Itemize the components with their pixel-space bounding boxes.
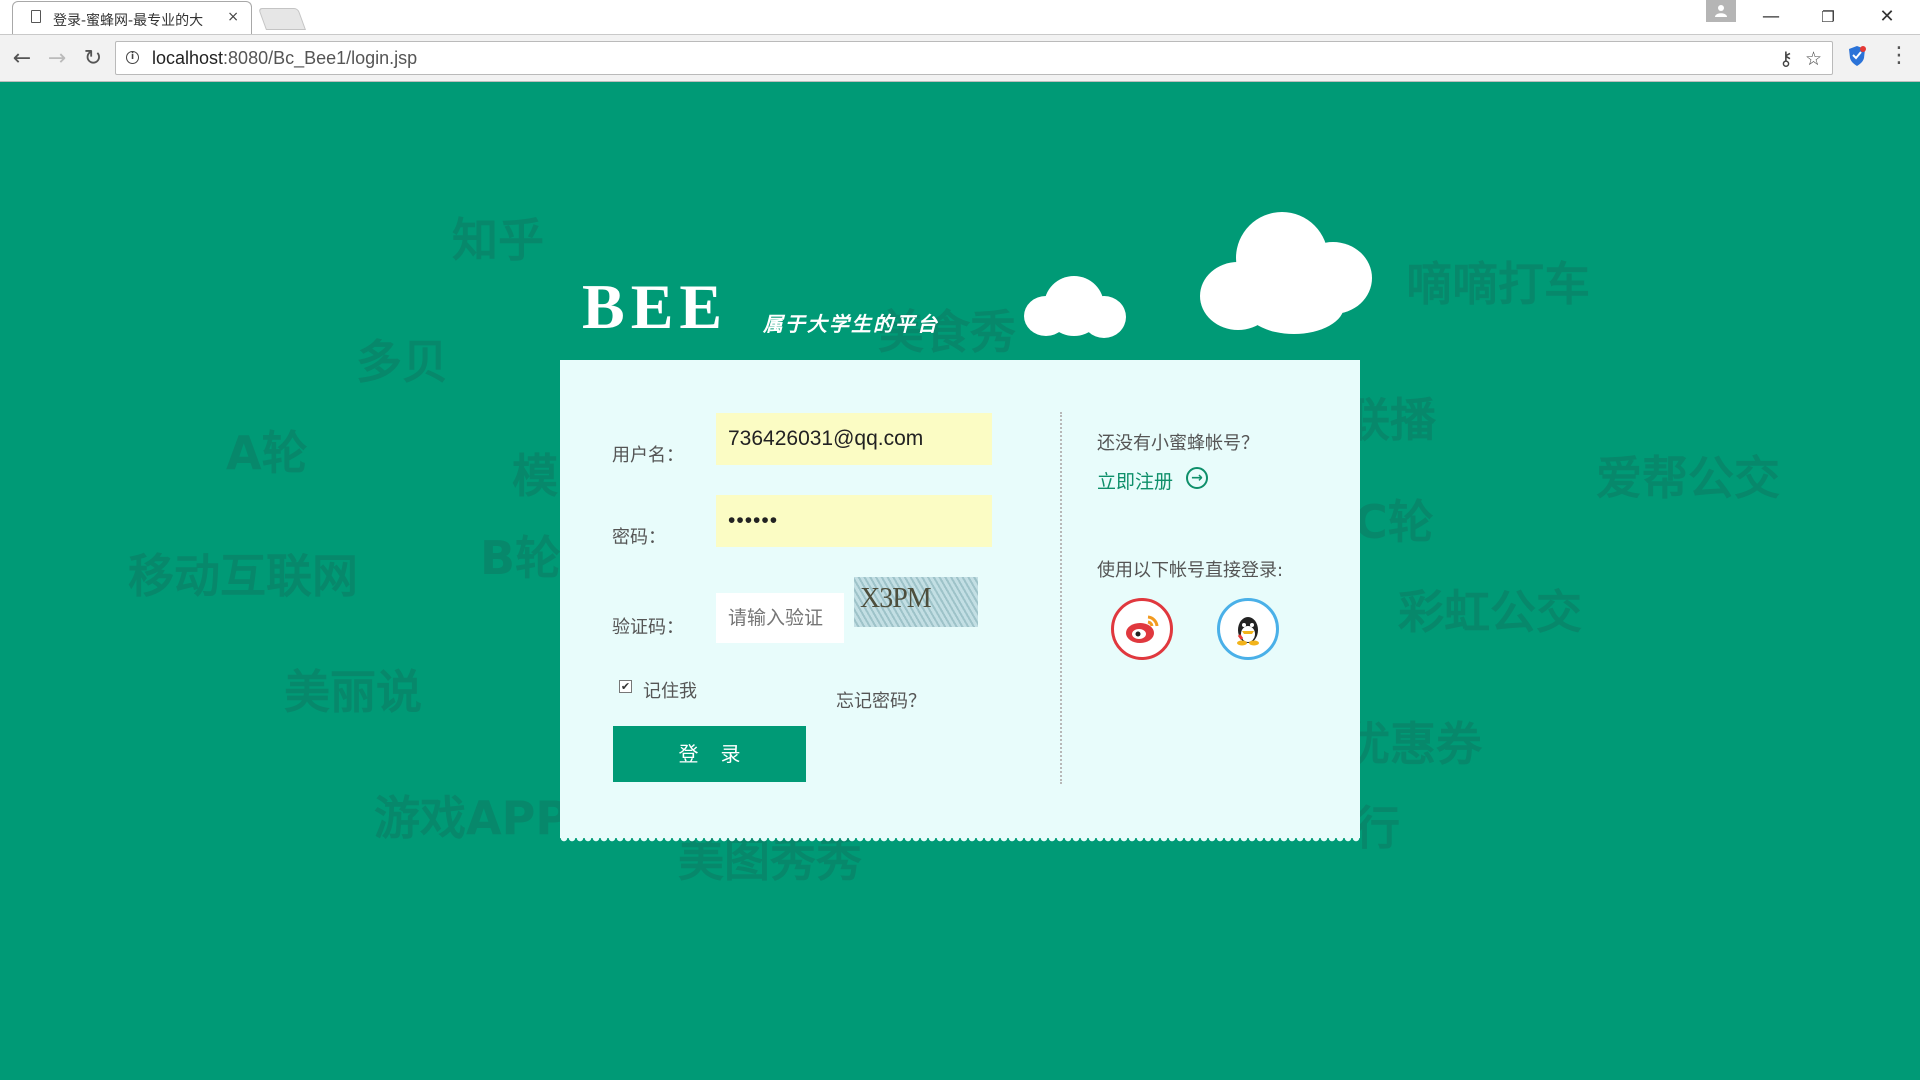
bg-word: 美丽说	[284, 665, 422, 719]
bg-word: 模	[512, 449, 558, 503]
bg-word: A轮	[226, 426, 308, 480]
info-icon[interactable]: i	[126, 51, 139, 64]
captcha-label: 验证码：	[612, 617, 684, 638]
address-bar[interactable]: i localhost:8080/Bc_Bee1/login.jsp ⚷ ☆	[115, 41, 1833, 75]
panel-divider	[1060, 412, 1062, 784]
qq-icon	[1237, 617, 1259, 646]
tab-title: 登录-蜜蜂网-最专业的大	[53, 13, 204, 29]
bg-word: 行	[1354, 801, 1400, 855]
bg-word: B轮	[480, 531, 562, 585]
panel-perforated-edge	[560, 838, 1360, 846]
brand-logo: BEE	[582, 271, 729, 342]
shield-extension-icon[interactable]	[1847, 45, 1867, 67]
weibo-icon	[1126, 615, 1159, 643]
qq-login-button[interactable]	[1217, 598, 1279, 660]
no-account-text: 还没有小蜜蜂帐号？	[1097, 433, 1259, 454]
captcha-text: X3PM	[860, 583, 932, 614]
captcha-image[interactable]: X3PM	[854, 577, 978, 627]
bg-word: 知乎	[452, 213, 544, 267]
login-button[interactable]: 登录	[613, 726, 806, 782]
brand-slogan: 属于大学生的平台	[763, 312, 939, 336]
forgot-password-link[interactable]: 忘记密码？	[836, 687, 926, 713]
remember-label[interactable]: 记住我	[643, 677, 697, 703]
bg-word: 游戏APP	[374, 791, 570, 845]
bg-word: 嘀嘀打车	[1406, 257, 1590, 311]
bg-word: 爱帮公交	[1596, 451, 1780, 505]
bg-word: 移动互联网	[128, 549, 358, 603]
menu-icon[interactable]: ⋮	[1888, 43, 1910, 69]
reload-button[interactable]: ↻	[80, 46, 106, 72]
star-icon[interactable]: ☆	[1805, 48, 1822, 70]
browser-toolbar: ← → ↻ i localhost:8080/Bc_Bee1/login.jsp…	[0, 35, 1920, 82]
forward-button[interactable]: →	[44, 46, 70, 72]
password-label: 密码：	[612, 527, 666, 548]
username-label: 用户名：	[612, 445, 684, 466]
weibo-login-button[interactable]	[1111, 598, 1173, 660]
username-input[interactable]	[716, 413, 992, 465]
bg-word: 优惠券	[1344, 717, 1482, 771]
arrow-right-icon[interactable]: →	[1186, 467, 1208, 489]
remember-checkbox[interactable]: ✔	[619, 680, 632, 693]
profile-button[interactable]	[1706, 0, 1736, 22]
browser-tab[interactable]: 登录-蜜蜂网-最专业的大 ×	[12, 1, 252, 34]
profile-icon	[1715, 5, 1727, 17]
minimize-button[interactable]: —	[1748, 0, 1794, 34]
back-button[interactable]: ←	[9, 46, 35, 72]
close-window-button[interactable]: ✕	[1864, 0, 1910, 34]
bg-word: C轮	[1354, 495, 1434, 549]
key-icon[interactable]: ⚷	[1779, 48, 1793, 70]
register-link[interactable]: 立即注册	[1097, 467, 1173, 494]
tab-close-icon[interactable]: ×	[227, 9, 239, 25]
bg-word: 多贝	[356, 335, 448, 389]
browser-tabstrip: 登录-蜜蜂网-最专业的大 × — ❐ ✕	[0, 0, 1920, 34]
captcha-input[interactable]	[716, 593, 844, 643]
restore-button[interactable]: ❐	[1805, 0, 1851, 34]
bg-word: 彩虹公交	[1398, 585, 1582, 639]
social-login-title: 使用以下帐号直接登录:	[1097, 560, 1284, 581]
page-icon	[31, 10, 41, 23]
url-text: localhost:8080/Bc_Bee1/login.jsp	[152, 48, 418, 68]
new-tab-button[interactable]	[257, 8, 307, 30]
password-input[interactable]: ••••••	[716, 495, 992, 547]
